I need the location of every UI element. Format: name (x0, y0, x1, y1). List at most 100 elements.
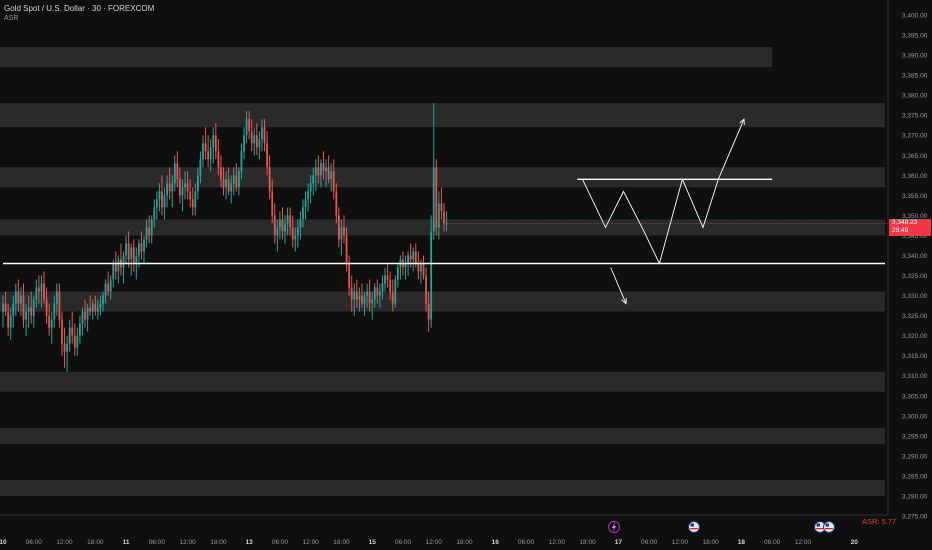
candle-body (255, 135, 258, 148)
candle-body (373, 287, 376, 300)
time-axis-tick: 18:00 (210, 539, 227, 546)
candle-body (435, 167, 438, 228)
candle-body (409, 255, 412, 260)
time-axis-tick: 16 (492, 539, 500, 546)
candle-body (248, 119, 251, 132)
candle-body (227, 179, 230, 192)
candle-body (317, 167, 320, 176)
candle-body (299, 219, 302, 228)
candle-body (250, 131, 253, 144)
candle-body (145, 227, 148, 240)
candle-body (127, 243, 130, 260)
candle-body (243, 135, 245, 152)
candle-body (258, 139, 261, 148)
candle-body (184, 183, 186, 188)
candle-body (163, 195, 166, 208)
candle-body (40, 283, 43, 292)
candle-body (412, 251, 415, 260)
price-axis-tick: 3,325.00 (902, 313, 928, 320)
candle-body (194, 191, 197, 208)
price-axis-tick: 3,340.00 (902, 253, 928, 260)
candle-body (389, 279, 392, 292)
candle-body (322, 163, 325, 172)
candle-body (209, 147, 212, 160)
candle-body (176, 163, 179, 180)
time-axis-tick: 06:00 (149, 539, 166, 546)
time-axis-tick: 11 (123, 539, 130, 546)
candle-body (140, 243, 143, 252)
candle-body (207, 151, 210, 160)
candle-body (325, 167, 327, 172)
candle-body (235, 175, 238, 188)
sr-zone (0, 291, 885, 312)
asr-value-label: ASR: 5.77 (862, 517, 897, 526)
candle-body (76, 335, 79, 348)
time-axis-tick: 12:00 (549, 539, 566, 546)
candle-body (332, 171, 335, 192)
time-axis-tick: 12:00 (56, 539, 73, 546)
candle-body (379, 291, 381, 296)
candle-body (271, 191, 274, 216)
candle-body (312, 175, 315, 184)
candle-body (48, 315, 51, 328)
candle-body (266, 143, 268, 168)
price-axis-tick: 3,315.00 (902, 353, 928, 360)
candle-body (109, 279, 112, 292)
candle-body (384, 275, 386, 284)
candle-body (81, 311, 84, 324)
time-axis-tick: 18:00 (333, 539, 350, 546)
candle-body (99, 303, 102, 308)
candle-body (296, 227, 299, 236)
time-axis-tick: 17 (615, 539, 623, 546)
candle-body (171, 183, 174, 192)
candle-body (55, 291, 58, 304)
time-axis-tick: 06:00 (764, 539, 781, 546)
candle-body (407, 255, 410, 264)
bar-countdown: 28:49 (892, 227, 909, 234)
candle-body (153, 207, 156, 220)
candle-body (9, 315, 12, 328)
candle-body (284, 223, 286, 232)
candle-body (37, 287, 40, 292)
candle-body (396, 267, 399, 280)
candle-body (222, 179, 225, 188)
candle-body (368, 291, 371, 304)
time-axis-tick: 12:00 (795, 539, 812, 546)
candle-body (107, 283, 110, 292)
candle-body (376, 287, 379, 296)
sr-zone (0, 479, 885, 496)
candle-body (386, 275, 389, 280)
candle-body (430, 231, 433, 320)
candle-body (22, 295, 25, 320)
time-axis-tick: 18:00 (579, 539, 596, 546)
candle-body (420, 263, 422, 272)
sr-zone (0, 219, 885, 236)
candle-body (302, 207, 304, 220)
candle-body (168, 183, 171, 192)
candle-body (281, 219, 284, 232)
sr-zone (0, 47, 773, 68)
price-axis-tick: 3,355.00 (902, 193, 928, 200)
price-axis-tick: 3,380.00 (902, 93, 928, 100)
candle-body (345, 235, 348, 264)
time-axis-tick: 18:00 (703, 539, 720, 546)
candle-body (135, 255, 138, 264)
candle-body (17, 291, 20, 304)
candle-body (130, 247, 133, 260)
candle-body (84, 311, 86, 320)
candle-body (53, 303, 56, 320)
time-axis-tick: 06:00 (26, 539, 43, 546)
time-axis-tick: 12:00 (672, 539, 689, 546)
price-axis-tick: 3,385.00 (902, 73, 928, 80)
candle-body (158, 191, 161, 200)
candle-body (220, 167, 222, 180)
candle-body (89, 307, 92, 312)
price-axis-tick: 3,390.00 (902, 53, 928, 60)
candle-body (214, 135, 217, 152)
price-axis-tick: 3,305.00 (902, 393, 928, 400)
candle-body (199, 159, 202, 176)
candle-body (240, 151, 243, 172)
price-chart[interactable]: 3,400.00 3,395.00 3,390.00 3,385.00 3,380.00… (0, 0, 932, 550)
candle-body (330, 171, 333, 180)
candle-body (245, 119, 248, 136)
